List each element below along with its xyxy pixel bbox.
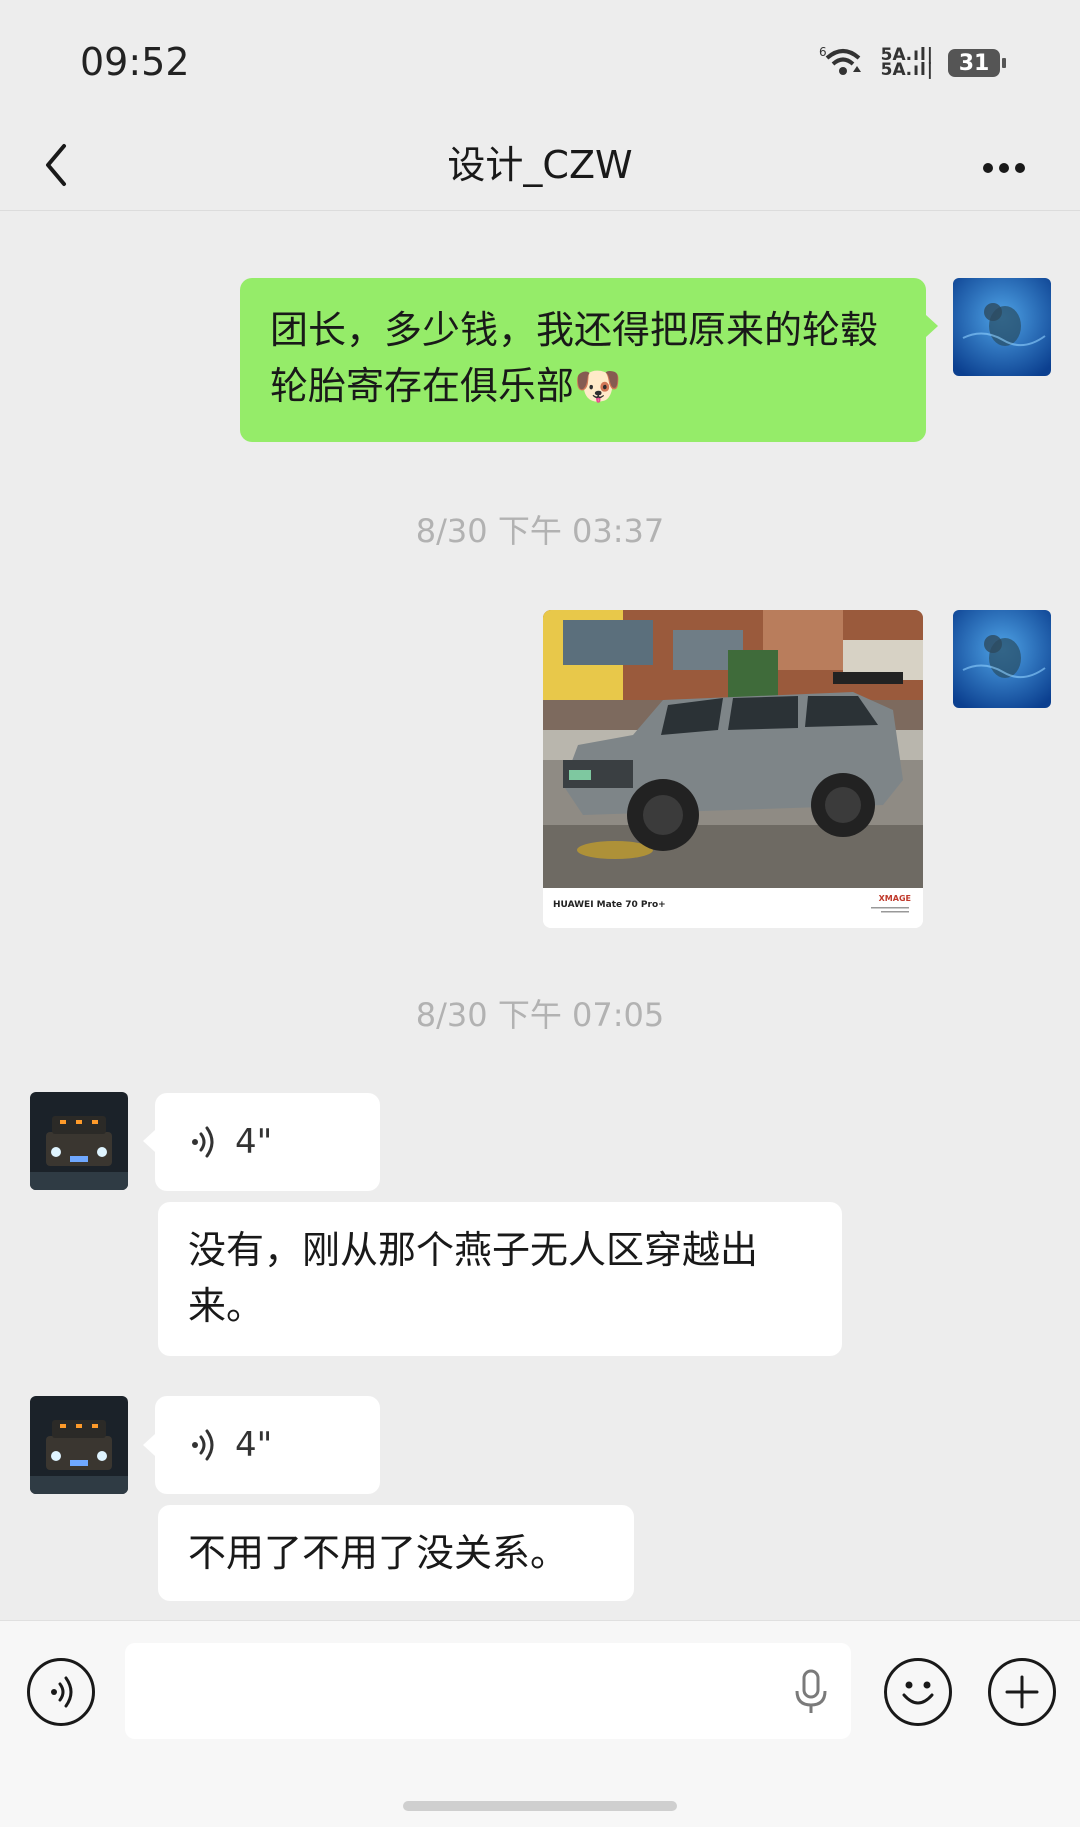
photo-meta xyxy=(871,905,911,918)
chat-title: 设计_CZW xyxy=(447,143,633,187)
photo-brand-text: HUAWEI Mate 70 Pro+ xyxy=(553,900,666,910)
voice-mode-button[interactable] xyxy=(27,1658,95,1726)
voice-message-bubble[interactable]: 4" xyxy=(155,1396,380,1494)
plus-icon xyxy=(1005,1675,1039,1709)
bubble-tail xyxy=(926,315,938,337)
status-icons: 6 5A.ıl| 5A.ıl| 31 xyxy=(819,44,1006,82)
battery-icon: 31 xyxy=(948,49,1006,77)
status-time: 09:52 xyxy=(80,40,190,84)
message-bubble-text[interactable]: 团长，多少钱，我还得把原来的轮毂轮胎寄存在俱乐部🐶 xyxy=(240,278,926,442)
voice-transcript-bubble[interactable]: 不用了不用了没关系。 xyxy=(158,1505,634,1601)
car-photo xyxy=(543,610,923,888)
wifi-icon: 6 xyxy=(819,44,867,82)
microphone-icon xyxy=(795,1669,827,1713)
photo-watermark-footer: HUAWEI Mate 70 Pro+ XMAGE xyxy=(543,888,923,928)
my-avatar[interactable] xyxy=(953,610,1051,708)
home-indicator[interactable] xyxy=(403,1801,677,1811)
voice-wave-icon xyxy=(192,1126,214,1158)
voice-duration: 4" xyxy=(235,1122,273,1162)
transcript-text: 不用了不用了没关系。 xyxy=(188,1531,569,1575)
timestamp: 8/30 下午 03:37 xyxy=(415,512,665,550)
timestamp: 8/30 下午 07:05 xyxy=(415,996,665,1034)
chat-input-bar xyxy=(0,1620,1080,1827)
emoji-button[interactable] xyxy=(884,1658,952,1726)
doge-emoji-icon: 🐶 xyxy=(574,364,622,408)
voice-wave-icon xyxy=(192,1429,214,1461)
microphone-button[interactable] xyxy=(793,1669,829,1717)
svg-text:6: 6 xyxy=(819,45,827,59)
bubble-tail xyxy=(143,1130,155,1152)
cellular-signal-icon: 5A.ıl| 5A.ıl| xyxy=(880,45,934,80)
plus-button[interactable] xyxy=(988,1658,1056,1726)
bubble-tail xyxy=(143,1434,155,1456)
header-divider xyxy=(0,210,1080,211)
transcript-text: 没有，刚从那个燕子无人区穿越出来。 xyxy=(188,1228,759,1328)
contact-avatar[interactable] xyxy=(30,1092,128,1190)
car-photo-message[interactable]: HUAWEI Mate 70 Pro+ XMAGE xyxy=(543,610,923,928)
voice-mode-icon xyxy=(51,1676,73,1708)
my-avatar[interactable] xyxy=(953,278,1051,376)
more-dots-icon xyxy=(983,163,1025,173)
voice-duration: 4" xyxy=(235,1425,273,1465)
voice-message-bubble[interactable]: 4" xyxy=(155,1093,380,1191)
voice-transcript-bubble[interactable]: 没有，刚从那个燕子无人区穿越出来。 xyxy=(158,1202,842,1356)
message-input[interactable] xyxy=(125,1643,851,1739)
chat-header: 设计_CZW xyxy=(0,120,1080,210)
more-button[interactable] xyxy=(964,132,1044,198)
status-bar: 09:52 6 5A.ıl| 5A.ıl| 31 xyxy=(0,0,1080,120)
photo-xmage-text: XMAGE xyxy=(878,894,911,903)
contact-avatar[interactable] xyxy=(30,1396,128,1494)
emoji-icon xyxy=(902,1681,934,1705)
